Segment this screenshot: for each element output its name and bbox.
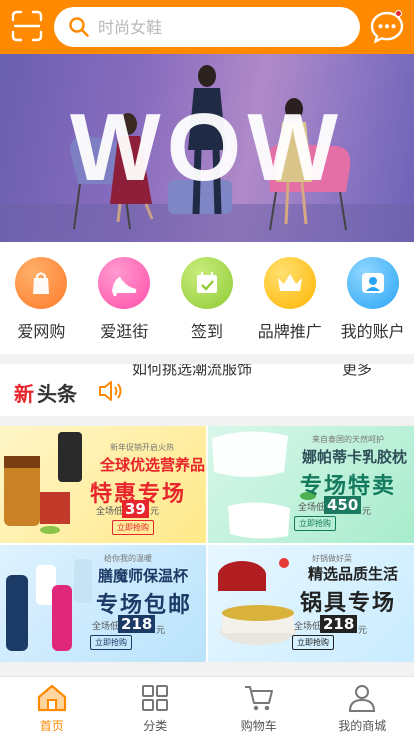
promo-card-pillow[interactable]: 来自泰国的天然呵护 娜帕蒂卡乳胶枕 专场特卖 全场低至 450 元 立即抢购 [208, 426, 414, 543]
headline-logo-accent: 新 [14, 382, 34, 406]
nav-item-online-shopping[interactable]: 爱网购 [0, 242, 83, 354]
tab-label: 分类 [143, 719, 168, 733]
banner-image: WOW [0, 65, 414, 242]
headline-news-text[interactable]: 如何挑选潮流服饰 [132, 364, 252, 379]
nav-item-window-shopping[interactable]: 爱逛街 [83, 242, 166, 354]
promo-cta[interactable]: 立即抢购 [294, 516, 336, 531]
promo-title: 全球优选营养品 [100, 456, 206, 474]
nav-label: 爱逛街 [100, 322, 149, 341]
banner-carousel[interactable]: WOW [0, 54, 414, 242]
calendar-check-icon [180, 257, 233, 309]
grid-icon [142, 685, 169, 711]
promo-card-nutrition[interactable]: 新年促销开启火热 全球优选营养品 特惠专场 全场低至 39 元 立即抢购 [0, 426, 206, 543]
promo-title: 精选品质生活 [308, 565, 399, 583]
tab-my-mall[interactable]: 我的商城 [311, 677, 414, 736]
promo-product-image [4, 432, 82, 534]
scan-icon[interactable] [10, 9, 44, 43]
quick-nav: 爱网购 爱逛街 签到 品牌推广 我的账户 [0, 242, 414, 354]
promo-price: 39 [122, 500, 149, 518]
tab-label: 购物车 [240, 719, 277, 733]
promo-tag: 给你我的温暖 [104, 554, 152, 563]
cart-icon [244, 686, 273, 711]
tab-label: 首页 [39, 719, 64, 733]
promo-unit: 元 [362, 507, 372, 517]
promo-card-thermos[interactable]: 给你我的温暖 膳魔师保温杯 专场包邮 全场低至 218 元 立即抢购 [0, 545, 206, 662]
promo-product-image [6, 559, 92, 651]
profile-icon [349, 685, 376, 712]
promo-cta[interactable]: 立即抢购 [112, 520, 154, 535]
promo-tag: 来自泰国的天然呵护 [312, 435, 384, 444]
bottom-tab-bar: 首页 分类 购物车 我的商城 [0, 676, 414, 736]
tab-cart[interactable]: 购物车 [207, 677, 311, 736]
promo-price: 450 [324, 496, 362, 514]
promo-grid: 新年促销开启火热 全球优选营养品 特惠专场 全场低至 39 元 立即抢购 来自泰… [0, 426, 414, 662]
promo-cta[interactable]: 立即抢购 [90, 635, 132, 650]
app-page: WOW 爱网购 爱逛街 签到 品牌推广 [0, 0, 414, 736]
promo-title: 娜帕蒂卡乳胶枕 [302, 448, 408, 466]
banner-headline: WOW [70, 94, 344, 201]
speaker-icon [99, 381, 122, 401]
tab-home[interactable]: 首页 [0, 677, 104, 736]
nav-item-sign-in[interactable]: 签到 [166, 242, 249, 354]
promo-price: 218 [118, 615, 156, 633]
nav-label: 爱网购 [17, 322, 66, 341]
promo-title: 膳魔师保温杯 [98, 567, 189, 585]
promo-tag: 新年促销开启火热 [110, 443, 174, 452]
promo-cta[interactable]: 立即抢购 [292, 635, 334, 650]
nav-label: 我的账户 [340, 322, 405, 341]
home-icon [37, 684, 66, 712]
news-headline-bar[interactable]: 新 头条 如何挑选潮流服饰 更多 [0, 364, 414, 416]
search-icon [69, 17, 89, 37]
promo-unit: 元 [156, 626, 166, 636]
nav-item-my-account[interactable]: 我的账户 [331, 242, 414, 354]
tab-label: 我的商城 [338, 719, 387, 733]
headline-logo: 头条 [37, 382, 77, 406]
promo-unit: 元 [358, 626, 368, 636]
nav-label: 品牌推广 [257, 322, 322, 341]
user-icon [346, 257, 399, 309]
tab-category[interactable]: 分类 [104, 677, 208, 736]
unread-dot [395, 10, 402, 17]
promo-subtitle: 锅具专场 [300, 591, 397, 616]
crown-icon [263, 257, 316, 309]
search-input[interactable] [98, 17, 338, 37]
top-header [0, 0, 414, 54]
promo-price: 218 [320, 615, 358, 633]
high-heel-icon [98, 257, 151, 309]
promo-unit: 元 [150, 507, 160, 517]
promo-card-cookware[interactable]: 好锅做好菜 精选品质生活 锅具专场 全场低至 218 元 立即抢购 [208, 545, 414, 662]
nav-item-brand-promotion[interactable]: 品牌推广 [248, 242, 331, 354]
search-box[interactable] [54, 7, 360, 47]
headline-more-link[interactable]: 更多 [342, 364, 372, 379]
nav-label: 签到 [190, 322, 223, 341]
shopping-bag-icon [15, 257, 68, 309]
